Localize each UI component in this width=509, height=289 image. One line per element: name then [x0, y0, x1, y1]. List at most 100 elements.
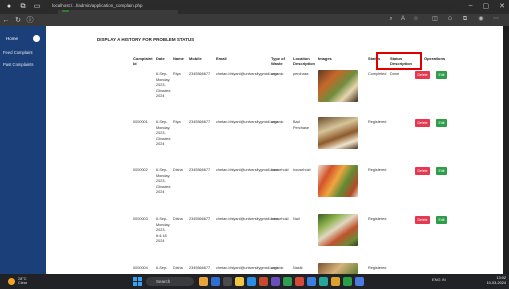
col-header-location: Location Description: [293, 56, 316, 66]
minimize-icon[interactable]: –: [469, 2, 473, 10]
zoom-icon[interactable]: ⌕: [388, 16, 394, 23]
row2-image: [318, 165, 358, 197]
row2-id: 0000002: [133, 168, 148, 172]
row4-status: Registered: [368, 266, 387, 270]
row0-date: 6-Sep- Monday, 2023, Ghosted 2024: [156, 72, 171, 98]
taskbar-clock[interactable]: 13:02 10-03-2024: [478, 276, 506, 286]
row0-image: [318, 70, 358, 102]
taskbar-app-icon[interactable]: [199, 277, 208, 286]
col-header-operations: Operations: [424, 56, 446, 61]
row4-id: 0000004: [133, 266, 148, 270]
row1-image: [318, 117, 358, 149]
taskbar-app-icon[interactable]: [355, 277, 364, 286]
row4-name: Disha: [173, 266, 183, 270]
row2-date: 6-Sep- Monday, 2023, Ghosted 2024: [156, 168, 171, 194]
col-header-email: Email: [216, 56, 227, 61]
taskbar-search-box[interactable]: Search: [146, 277, 194, 286]
favorites-bar-icon[interactable]: ✩: [447, 16, 453, 23]
row1-delete-button[interactable]: Delete: [415, 119, 430, 127]
row3-mobile: 2345566677: [189, 217, 211, 221]
row1-type: organic: [271, 120, 284, 124]
taskbar-app-icon[interactable]: [223, 277, 232, 286]
row2-edit-button[interactable]: Edit: [436, 167, 447, 175]
windows-start-icon[interactable]: [133, 277, 142, 286]
url-field[interactable]: localhost:/...l/admin/application_compla…: [46, 2, 456, 10]
col-header-images: Images: [318, 56, 332, 61]
taskbar-app-icon[interactable]: [319, 277, 328, 286]
col-header-name: Name: [173, 56, 184, 61]
taskbar-app-icon[interactable]: [271, 277, 280, 286]
col-header-type-of-waste: Type of Waste: [271, 56, 285, 66]
row1-id: 0000001: [133, 120, 148, 124]
window-controls: – ▢ ✕: [469, 2, 505, 10]
row1-name: Riya: [173, 120, 181, 124]
read-aloud-icon[interactable]: A: [400, 16, 406, 23]
edge-browser-icon[interactable]: [247, 277, 256, 286]
maximize-icon[interactable]: ▢: [483, 2, 490, 10]
weather-desc: Clear: [18, 281, 28, 285]
taskbar-app-icon[interactable]: [331, 277, 340, 286]
profile-avatar-icon[interactable]: ◉: [478, 16, 484, 23]
task-view-icon[interactable]: [211, 277, 220, 286]
file-explorer-icon[interactable]: [235, 277, 244, 286]
status-description-highlight-box: [376, 52, 422, 70]
row2-type: household: [271, 168, 289, 172]
taskbar-app-icon[interactable]: [307, 277, 316, 286]
page-title: DISPLAY A HISTORY FOR PROBLEM STATUS: [97, 37, 195, 42]
sun-icon: [8, 277, 15, 285]
refresh-icon[interactable]: ↻: [12, 16, 24, 24]
row3-location: Nail: [293, 217, 300, 221]
sidebar-item-past-complaints[interactable]: Past Complaints: [3, 62, 34, 67]
favorite-icon[interactable]: ☆: [413, 16, 419, 23]
col-header-mobile: Mobile: [189, 56, 202, 61]
col-header-date: Date: [156, 56, 165, 61]
row1-edit-button[interactable]: Edit: [436, 119, 447, 127]
row4-date: 6-Sep-: [156, 266, 168, 270]
row0-location: perchase: [293, 72, 309, 76]
split-screen-icon[interactable]: ◫: [432, 16, 438, 23]
row2-delete-button[interactable]: Delete: [415, 167, 430, 175]
sidebar-item-feed-complaint[interactable]: Feed Complaint: [3, 50, 33, 55]
taskbar-app-icon[interactable]: [343, 277, 352, 286]
row3-type: household: [271, 217, 289, 221]
clock-time: 13:02: [496, 276, 506, 280]
taskbar-app-icon[interactable]: [259, 277, 268, 286]
col-header-complaint-id: Complaint Id: [133, 56, 153, 66]
row1-email: chetan.bhiyani@universitygmail.com: [216, 120, 278, 124]
page-scrollbar[interactable]: [503, 26, 509, 274]
row3-status: Registered: [368, 217, 387, 221]
row3-name: Disha: [173, 217, 183, 221]
row1-status: Registered: [368, 120, 387, 124]
row4-image: [318, 263, 358, 274]
row3-date: 6-Sep- Monday, 2023, 6:4:18 2024: [156, 217, 171, 243]
user-avatar-icon[interactable]: [33, 35, 40, 42]
row2-name: Disha: [173, 168, 183, 172]
site-info-icon[interactable]: ⓘ: [24, 15, 36, 25]
home-label: Home: [6, 36, 19, 41]
row3-id: 0000003: [133, 217, 148, 221]
row4-mobile: 2345566677: [189, 266, 211, 270]
row4-email: chetan.bhiyani@universitygmail.com: [216, 266, 278, 270]
tab-actions-icon[interactable]: ▭: [32, 2, 42, 12]
row0-type: organic: [271, 72, 284, 76]
taskbar-app-icon[interactable]: [295, 277, 304, 286]
row0-name: Riya: [173, 72, 181, 76]
weather-widget[interactable]: 28°C Clear: [8, 277, 27, 285]
taskbar-app-icon[interactable]: [283, 277, 292, 286]
collections-icon[interactable]: ⧉: [462, 16, 468, 23]
workspaces-icon[interactable]: ⧉: [18, 2, 28, 12]
tray-lang: ENG IN: [432, 277, 446, 282]
back-icon[interactable]: ←: [0, 17, 12, 24]
row3-delete-button[interactable]: Delete: [415, 216, 430, 224]
row0-edit-button[interactable]: Edit: [436, 71, 447, 79]
more-options-icon[interactable]: ⋯: [493, 16, 499, 23]
row4-type: organic: [271, 266, 284, 270]
row0-delete-button[interactable]: Delete: [415, 71, 430, 79]
close-window-icon[interactable]: ✕: [499, 2, 505, 10]
row3-edit-button[interactable]: Edit: [436, 216, 447, 224]
row4-location: Nasik: [293, 266, 303, 270]
row0-mobile: 2345566677: [189, 72, 211, 76]
system-tray[interactable]: ENG IN: [432, 277, 446, 282]
sidebar-home[interactable]: Home: [3, 34, 41, 43]
profile-icon[interactable]: ●: [4, 2, 14, 12]
